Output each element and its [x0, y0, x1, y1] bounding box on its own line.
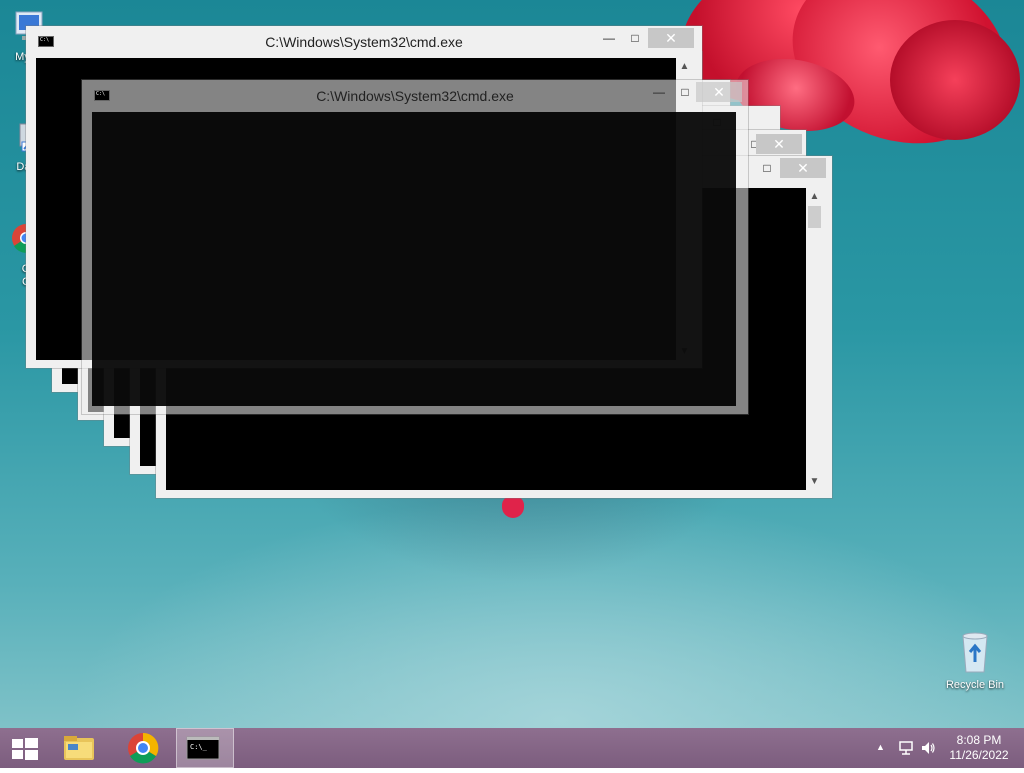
scroll-up-arrow[interactable]: ▲	[806, 188, 823, 205]
system-tray: ▲	[872, 728, 942, 768]
clock[interactable]: 8:08 PM 11/26/2022	[944, 733, 1014, 763]
taskbar: C:\_ ▲ 8:08 PM 11/26/2022	[0, 728, 1024, 768]
maximize-button[interactable]: □	[754, 158, 780, 178]
windows-logo-icon	[12, 738, 38, 760]
scroll-up-arrow[interactable]: ▲	[676, 58, 693, 75]
chrome-icon	[128, 732, 159, 764]
clock-date: 11/26/2022	[949, 748, 1009, 762]
console-area[interactable]	[92, 112, 736, 406]
file-explorer-icon	[64, 736, 94, 760]
maximize-button[interactable]: □	[622, 28, 648, 48]
close-button[interactable]: ✕	[696, 82, 742, 102]
volume-icon[interactable]	[920, 740, 936, 756]
maximize-button[interactable]: □	[672, 82, 698, 102]
scroll-thumb[interactable]	[808, 206, 821, 228]
desktop-icon-label: Recycle Bin	[945, 679, 1005, 691]
desktop-icon-recycle-bin[interactable]: Recycle Bin	[937, 630, 1013, 692]
start-button[interactable]	[0, 728, 50, 768]
network-icon[interactable]	[898, 740, 914, 756]
scroll-down-arrow[interactable]: ▼	[806, 473, 823, 490]
taskbar-command-prompt[interactable]: C:\_	[176, 728, 234, 768]
taskbar-chrome[interactable]	[118, 728, 168, 768]
minimize-button[interactable]: —	[596, 28, 622, 48]
recycle-bin-icon	[962, 632, 988, 673]
close-button[interactable]: ✕	[756, 134, 802, 154]
show-hidden-icons-icon[interactable]: ▲	[876, 742, 885, 752]
clock-time: 8:08 PM	[956, 733, 1002, 747]
console-window-ghost[interactable]: C:\Windows\System32\cmd.exe — □ ✕	[82, 80, 748, 414]
taskbar-file-explorer[interactable]	[58, 728, 104, 768]
close-button[interactable]: ✕	[648, 28, 694, 48]
minimize-button[interactable]: —	[646, 82, 672, 102]
title-bar[interactable]: C:\Windows\System32\cmd.exe — □ ✕	[82, 80, 748, 110]
desktop: My C Data G C Recycle Bin	[0, 0, 1024, 728]
svg-text:C:\_: C:\_	[190, 743, 208, 751]
flower-bud	[502, 496, 524, 518]
cmd-icon: C:\_	[186, 736, 220, 760]
title-bar[interactable]: C:\Windows\System32\cmd.exe — □ ✕	[26, 26, 702, 56]
vertical-scrollbar[interactable]: ▲ ▼	[806, 188, 823, 490]
close-button[interactable]: ✕	[780, 158, 826, 178]
